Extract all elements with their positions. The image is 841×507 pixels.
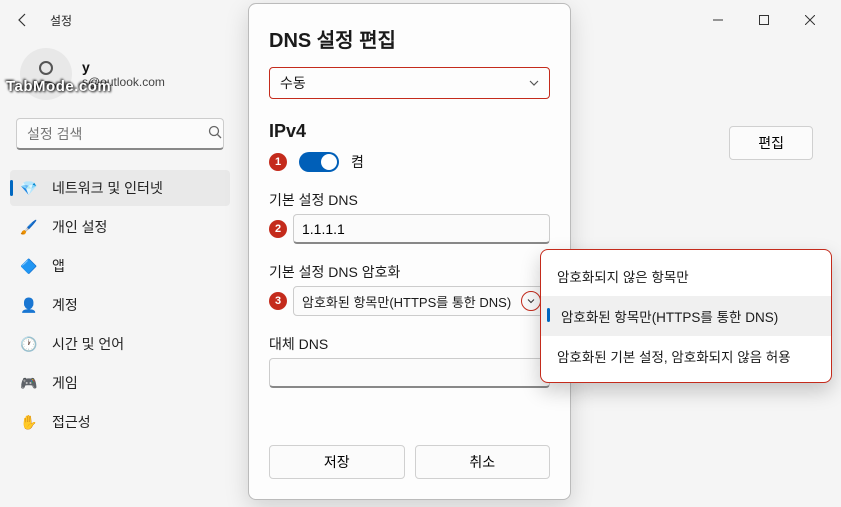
mode-select-value: 수동 <box>280 73 306 93</box>
preferred-dns-label: 기본 설정 DNS <box>269 190 550 210</box>
encryption-dropdown-menu: 암호화되지 않은 항목만암호화된 항목만(HTTPS를 통한 DNS)암호화된 … <box>540 249 832 383</box>
ipv4-section-title: IPv4 <box>269 121 550 142</box>
sidebar-item-network[interactable]: 💎 네트워크 및 인터넷 <box>10 170 230 206</box>
dropdown-option[interactable]: 암호화되지 않은 항목만 <box>541 256 831 296</box>
sidebar: y s@outlook.com TabMode.com 💎 네트워크 및 인터넷 🖌… <box>0 40 240 507</box>
search-icon <box>208 125 222 142</box>
annotation-marker-3: 3 <box>269 292 287 310</box>
sidebar-item-personalization[interactable]: 🖌️ 개인 설정 <box>10 209 230 245</box>
nav-item-label: 네트워크 및 인터넷 <box>52 178 163 198</box>
cancel-button[interactable]: 취소 <box>415 445 551 479</box>
nav-item-label: 앱 <box>52 256 65 276</box>
encryption-select[interactable]: 암호화된 항목만(HTTPS를 통한 DNS) <box>293 286 550 316</box>
encryption-label: 기본 설정 DNS 암호화 <box>269 262 550 282</box>
dns-settings-dialog: DNS 설정 편집 수동 IPv4 1 켬 기본 설정 DNS 2 기본 설정 … <box>248 3 571 500</box>
sidebar-item-apps-icon: 🔷 <box>20 257 38 275</box>
dialog-title: DNS 설정 편집 <box>269 24 550 53</box>
window-title: 설정 <box>50 12 72 29</box>
sidebar-item-network-icon: 💎 <box>20 179 38 197</box>
window-controls <box>695 4 833 36</box>
mode-select[interactable]: 수동 <box>269 67 550 99</box>
chevron-down-icon <box>529 75 539 91</box>
annotation-marker-2: 2 <box>269 220 287 238</box>
search-box[interactable] <box>16 118 224 150</box>
profile-email: s@outlook.com <box>82 75 165 89</box>
sidebar-item-gaming[interactable]: 🎮 게임 <box>10 365 230 401</box>
dropdown-option[interactable]: 암호화된 기본 설정, 암호화되지 않음 허용 <box>541 336 831 376</box>
sidebar-item-accessibility[interactable]: ✋ 접근성 <box>10 404 230 440</box>
alternate-dns-input[interactable] <box>269 358 550 388</box>
nav-item-label: 계정 <box>52 295 78 315</box>
nav-list: 💎네트워크 및 인터넷🖌️개인 설정🔷앱👤계정🕐시간 및 언어🎮게임✋접근성 <box>0 166 240 447</box>
minimize-button[interactable] <box>695 4 741 36</box>
sidebar-item-accounts-icon: 👤 <box>20 296 38 314</box>
nav-item-label: 게임 <box>52 373 78 393</box>
back-button[interactable] <box>8 5 38 35</box>
avatar <box>20 48 72 100</box>
sidebar-item-accounts[interactable]: 👤 계정 <box>10 287 230 323</box>
close-button[interactable] <box>787 4 833 36</box>
sidebar-item-time-icon: 🕐 <box>20 335 38 353</box>
preferred-dns-input[interactable] <box>293 214 550 244</box>
edit-button[interactable]: 편집 <box>729 126 813 160</box>
encryption-select-value: 암호화된 항목만(HTTPS를 통한 DNS) <box>302 292 511 311</box>
dropdown-option[interactable]: 암호화된 항목만(HTTPS를 통한 DNS) <box>541 296 831 336</box>
profile-name: y <box>82 59 165 75</box>
nav-item-label: 개인 설정 <box>52 217 107 237</box>
sidebar-item-personalization-icon: 🖌️ <box>20 218 38 236</box>
nav-item-label: 시간 및 언어 <box>52 334 124 354</box>
sidebar-item-time[interactable]: 🕐 시간 및 언어 <box>10 326 230 362</box>
search-input[interactable] <box>27 126 208 142</box>
annotation-marker-1: 1 <box>269 153 287 171</box>
sidebar-item-apps[interactable]: 🔷앱 <box>10 248 230 284</box>
toggle-label: 켬 <box>351 152 364 172</box>
chevron-down-icon <box>521 291 541 311</box>
ipv4-toggle[interactable] <box>299 152 339 172</box>
save-button[interactable]: 저장 <box>269 445 405 479</box>
sidebar-item-accessibility-icon: ✋ <box>20 413 38 431</box>
profile[interactable]: y s@outlook.com TabMode.com <box>0 44 240 112</box>
sidebar-item-gaming-icon: 🎮 <box>20 374 38 392</box>
alternate-dns-label: 대체 DNS <box>269 334 550 354</box>
nav-item-label: 접근성 <box>52 412 91 432</box>
maximize-button[interactable] <box>741 4 787 36</box>
